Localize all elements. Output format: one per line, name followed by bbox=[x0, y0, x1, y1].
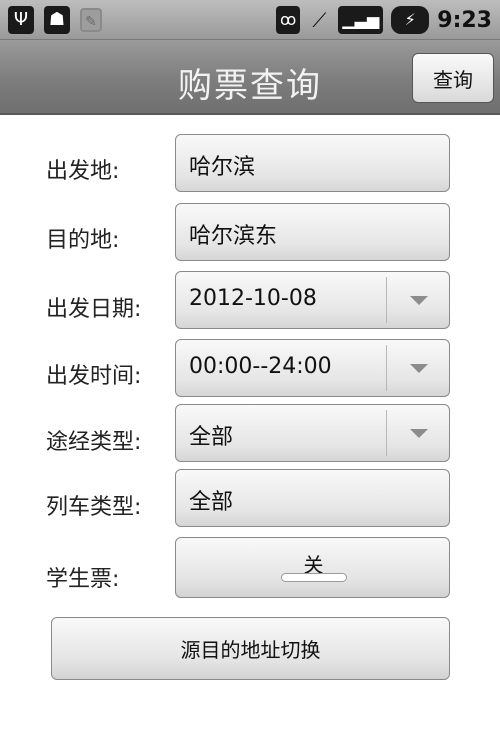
usb-icon: Ψ bbox=[8, 6, 34, 34]
swap-stations-button[interactable]: 源目的地址切换 bbox=[51, 617, 450, 680]
date-value: 2012-10-08 bbox=[189, 286, 317, 311]
status-right-icons: ꝏ ⟋ ▁▃▅ ⚡ 9:23 bbox=[276, 6, 492, 34]
destination-field[interactable]: 哈尔滨东 bbox=[175, 203, 450, 261]
android-icon: ☗ bbox=[44, 6, 70, 34]
route-type-spinner[interactable]: 全部 bbox=[175, 404, 450, 462]
chevron-down-icon bbox=[410, 364, 428, 373]
time-value: 00:00--24:00 bbox=[189, 354, 332, 379]
status-bar: Ψ ☗ ✎ ꝏ ⟋ ▁▃▅ ⚡ 9:23 bbox=[0, 0, 500, 40]
route-type-label: 途经类型: bbox=[46, 430, 142, 455]
signal-icon: ▁▃▅ bbox=[338, 6, 384, 34]
train-type-value: 全部 bbox=[189, 490, 234, 515]
route-type-value: 全部 bbox=[189, 425, 234, 450]
spinner-divider bbox=[386, 345, 387, 391]
departure-field[interactable]: 哈尔滨 bbox=[175, 134, 450, 192]
leaf-icon: ✎ bbox=[80, 8, 102, 32]
destination-value: 哈尔滨东 bbox=[189, 224, 278, 249]
student-ticket-toggle[interactable]: 关 bbox=[175, 537, 450, 598]
chevron-down-icon bbox=[410, 429, 428, 438]
title-bar: 购票查询 查询 bbox=[0, 40, 500, 115]
departure-value: 哈尔滨 bbox=[189, 155, 256, 180]
status-left-icons: Ψ ☗ ✎ bbox=[8, 6, 102, 34]
time-label: 出发时间: bbox=[46, 364, 142, 389]
date-label: 出发日期: bbox=[46, 297, 142, 322]
chevron-down-icon bbox=[410, 296, 428, 305]
student-label: 学生票: bbox=[46, 567, 120, 592]
query-button[interactable]: 查询 bbox=[412, 53, 494, 103]
spinner-divider bbox=[386, 410, 387, 456]
toggle-indicator bbox=[281, 573, 347, 582]
train-type-label: 列车类型: bbox=[46, 495, 142, 520]
destination-label: 目的地: bbox=[46, 228, 120, 253]
spinner-divider bbox=[386, 277, 387, 323]
date-spinner[interactable]: 2012-10-08 bbox=[175, 271, 450, 329]
departure-label: 出发地: bbox=[46, 159, 120, 184]
vibrate-icon: ⟋ bbox=[312, 8, 327, 32]
time-spinner[interactable]: 00:00--24:00 bbox=[175, 339, 450, 397]
status-time: 9:23 bbox=[437, 7, 492, 33]
train-type-field[interactable]: 全部 bbox=[175, 469, 450, 527]
battery-icon: ⚡ bbox=[391, 6, 430, 34]
wifi-icon: ꝏ bbox=[276, 6, 301, 34]
